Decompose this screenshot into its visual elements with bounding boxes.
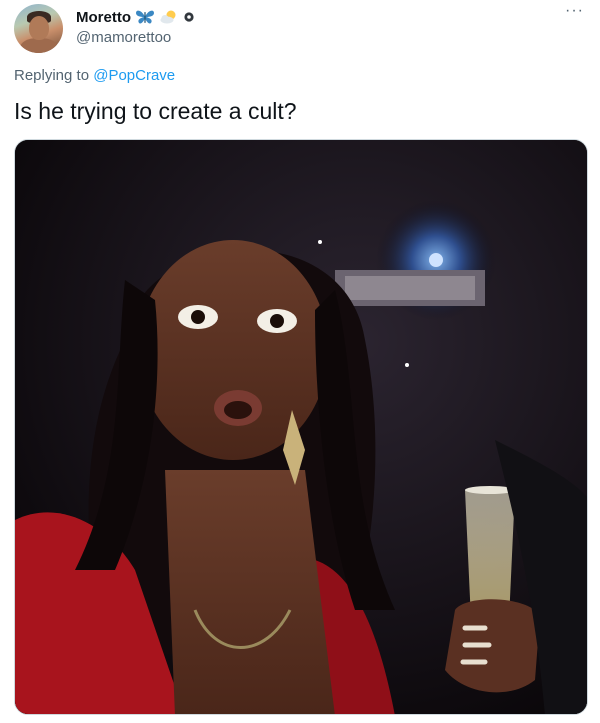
tweet-text: Is he trying to create a cult?	[14, 98, 297, 124]
tweet-media-image[interactable]	[14, 139, 588, 715]
replying-prefix: Replying to	[14, 67, 94, 84]
butterfly-icon	[135, 8, 155, 26]
name-row: Moretto	[76, 7, 195, 27]
more-options-icon[interactable]: ···	[565, 3, 584, 19]
sun-behind-cloud-icon	[159, 8, 179, 26]
replying-to-line: Replying to @PopCrave	[14, 67, 175, 84]
display-name[interactable]: Moretto	[76, 9, 131, 26]
tweet-header: Moretto @mamorettoo ···	[14, 3, 586, 54]
settings-gear-icon	[183, 8, 195, 26]
user-handle[interactable]: @mamorettoo	[76, 29, 195, 46]
tweet-card: Moretto @mamorettoo ··· Replying to @Pop…	[0, 0, 600, 723]
avatar[interactable]	[14, 4, 63, 53]
reply-mention-link[interactable]: @PopCrave	[93, 67, 175, 84]
media-illustration	[15, 140, 587, 714]
author-info: Moretto @mamorettoo	[76, 7, 195, 46]
